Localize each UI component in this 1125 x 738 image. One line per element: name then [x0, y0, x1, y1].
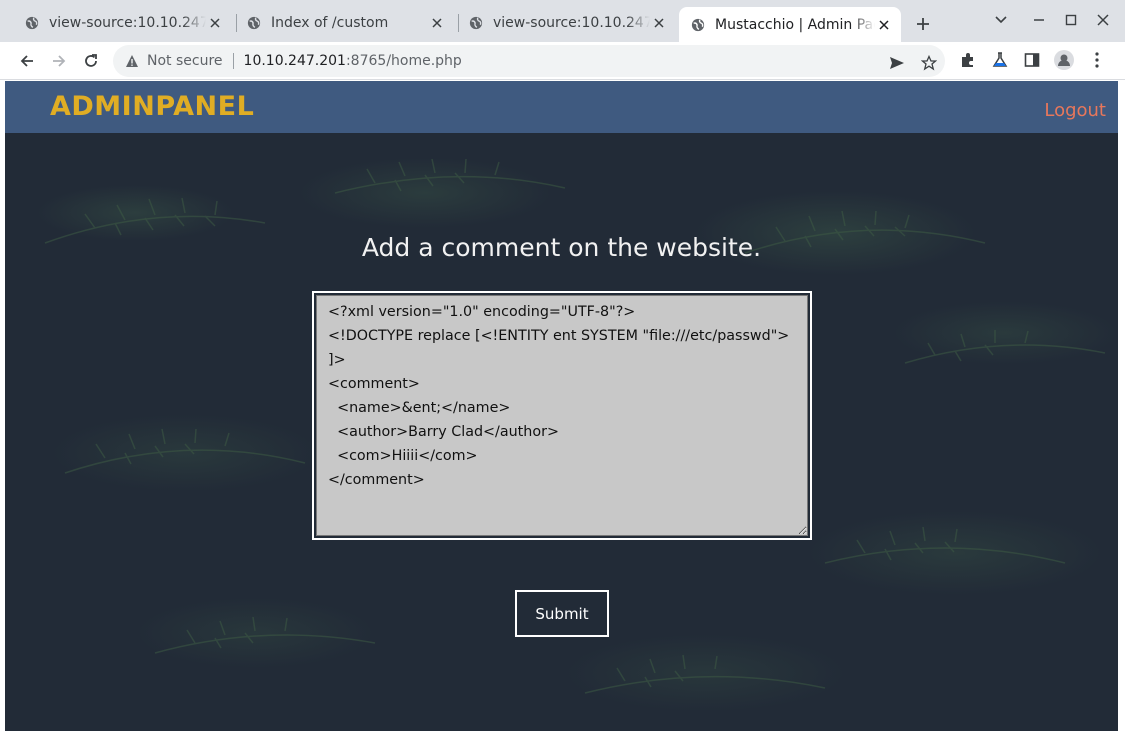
tab-label: Mustacchio | Admin Page — [715, 16, 875, 33]
submit-button[interactable]: Submit — [515, 590, 609, 637]
page-title: Add a comment on the website. — [361, 233, 762, 262]
tab-view-source-2[interactable]: view-source:10.10.247.2 — [444, 7, 676, 38]
bookmark-button[interactable] — [919, 53, 939, 73]
send-icon — [890, 57, 904, 69]
tab-label: view-source:10.10.247.2 — [49, 14, 206, 31]
tab-label: view-source:10.10.247.2 — [493, 14, 650, 31]
tab-strip: view-source:10.10.247.2 Index of /custom… — [0, 0, 1125, 42]
send-button[interactable] — [887, 53, 907, 73]
arrow-left-icon — [20, 55, 33, 67]
extensions-button[interactable] — [957, 49, 979, 71]
close-icon — [1097, 14, 1109, 26]
globe-icon — [691, 18, 705, 31]
more-vert-icon — [1095, 52, 1099, 68]
tab-admin-page[interactable]: Mustacchio | Admin Page — [679, 7, 901, 42]
avatar-icon — [1054, 50, 1074, 70]
side-panel-button[interactable] — [1021, 49, 1043, 71]
back-button[interactable] — [15, 49, 39, 73]
logout-link[interactable]: Logout — [1044, 100, 1106, 121]
tab-index-custom[interactable]: Index of /custom — [222, 7, 454, 38]
arrow-right-icon — [53, 55, 66, 67]
puzzle-icon — [962, 53, 973, 67]
side-panel-icon — [1024, 53, 1040, 67]
address-bar[interactable]: Not secure 10.10.247.201:8765/home.php — [113, 45, 945, 77]
plus-icon — [917, 18, 929, 30]
close-icon[interactable] — [875, 16, 893, 34]
new-tab-button[interactable] — [911, 12, 935, 36]
menu-button[interactable] — [1086, 49, 1108, 71]
maximize-button[interactable] — [1059, 10, 1083, 30]
globe-icon — [25, 16, 39, 29]
comment-textarea[interactable] — [316, 295, 808, 536]
minimize-button[interactable] — [1027, 10, 1051, 30]
comment-editor-frame — [312, 291, 812, 540]
security-label: Not secure — [147, 53, 223, 69]
close-icon[interactable] — [650, 14, 668, 32]
warning-icon — [126, 55, 138, 67]
brand-logo[interactable]: ADMINPANEL — [50, 91, 254, 122]
page-viewport: ADMINPANEL Logout Add a comment on the w… — [5, 81, 1118, 731]
minimize-icon — [1034, 19, 1044, 21]
globe-icon — [469, 16, 483, 29]
reload-button[interactable] — [79, 49, 103, 73]
forward-button[interactable] — [47, 49, 71, 73]
tab-search-button[interactable] — [989, 10, 1013, 30]
flask-icon — [992, 52, 1008, 67]
profile-button[interactable] — [1053, 49, 1075, 71]
star-icon — [921, 55, 937, 71]
chevron-down-icon — [995, 16, 1007, 24]
close-window-button[interactable] — [1091, 10, 1115, 30]
reload-icon — [85, 54, 97, 67]
maximize-icon — [1065, 14, 1077, 26]
tab-label: Index of /custom — [271, 14, 389, 31]
globe-icon — [247, 16, 261, 29]
admin-header: ADMINPANEL Logout — [5, 81, 1118, 133]
tab-view-source-1[interactable]: view-source:10.10.247.2 — [0, 7, 232, 38]
url-host: 10.10.247.201 — [243, 53, 346, 69]
labs-button[interactable] — [989, 49, 1011, 71]
url-path: :8765/home.php — [345, 53, 462, 69]
